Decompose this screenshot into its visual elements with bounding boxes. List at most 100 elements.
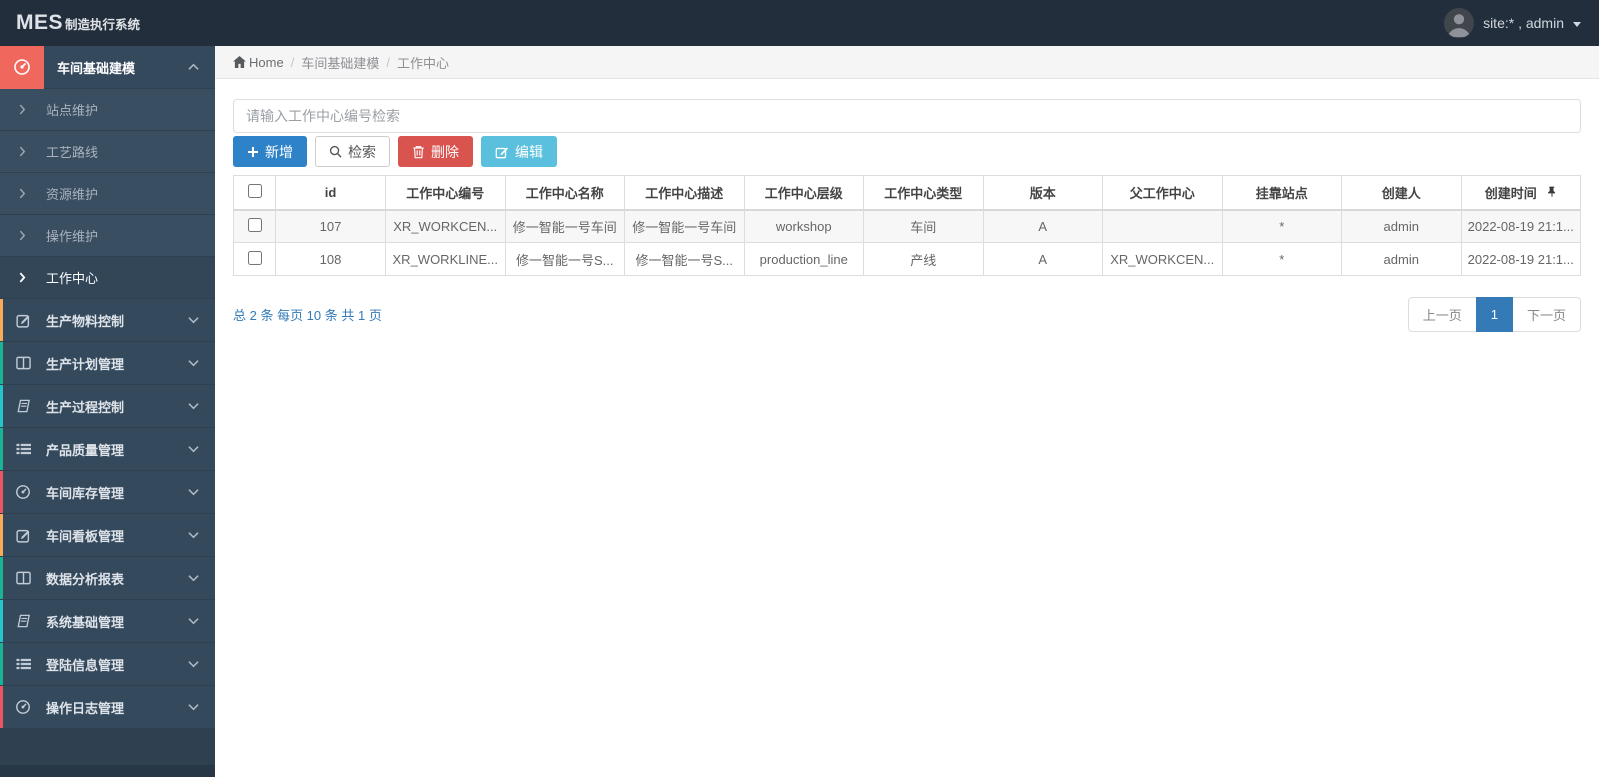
row-checkbox[interactable]	[247, 250, 262, 265]
col-header-level: 工作中心层级	[743, 175, 864, 211]
sidebar-item-operation-log-management[interactable]: 操作日志管理	[0, 686, 215, 729]
breadcrumb-item-current: 工作中心	[396, 55, 449, 71]
accent-strip	[0, 385, 3, 427]
breadcrumb-separator: /	[386, 54, 390, 70]
sidebar: 车间基础建模 站点维护 工艺路线 资源维护 操作维护 工作中心 生产物料控制 生…	[0, 45, 215, 777]
dashboard-icon	[0, 699, 46, 715]
chevron-down-icon	[188, 531, 199, 539]
cell-id: 108	[275, 242, 386, 276]
sidebar-item-login-info-management[interactable]: 登陆信息管理	[0, 643, 215, 686]
next-page-button[interactable]: 下一页	[1511, 297, 1581, 332]
breadcrumb-home[interactable]: Home	[233, 55, 284, 70]
dashboard-icon	[0, 484, 46, 500]
pin-icon[interactable]	[1547, 186, 1557, 198]
sidebar-item-label: 资源维护	[46, 187, 99, 202]
sidebar-item-work-center[interactable]: 工作中心	[0, 257, 215, 299]
sidebar-item-process-route[interactable]: 工艺路线	[0, 131, 215, 173]
search-button-label: 检索	[348, 143, 376, 160]
sidebar-item-label: 站点维护	[46, 103, 99, 118]
delete-button[interactable]: 删除	[398, 136, 473, 167]
col-header-code: 工作中心编号	[385, 175, 506, 211]
cell-parent: XR_WORKCEN...	[1102, 242, 1223, 276]
caret-down-icon	[1573, 21, 1581, 27]
cell-parent	[1102, 209, 1223, 243]
chevron-down-icon	[188, 703, 199, 711]
accent-strip	[0, 643, 3, 685]
select-all-checkbox[interactable]	[247, 183, 262, 198]
table-row[interactable]: 107 XR_WORKCEN... 修一智能一号车间 修一智能一号车间 work…	[233, 209, 1581, 243]
sidebar-item-label: 操作日志管理	[46, 700, 125, 716]
row-checkbox[interactable]	[247, 217, 262, 232]
sidebar-item-workshop-inventory-management[interactable]: 车间库存管理	[0, 471, 215, 514]
sidebar-item-production-process-control[interactable]: 生产过程控制	[0, 385, 215, 428]
cell-select	[233, 242, 276, 276]
accent-strip	[0, 600, 3, 642]
col-header-select	[233, 175, 276, 211]
topbar: MES 制造执行系统 site:* , admin	[0, 0, 1599, 46]
search-button[interactable]: 检索	[315, 136, 390, 167]
accent-strip	[0, 514, 3, 556]
sidebar-item-production-material-control[interactable]: 生产物料控制	[0, 299, 215, 342]
dashboard-icon	[0, 45, 44, 89]
cell-station: *	[1221, 242, 1342, 276]
sidebar-item-label: 车间看板管理	[46, 528, 125, 544]
edit-icon	[495, 146, 509, 158]
sidebar-item-product-quality-management[interactable]: 产品质量管理	[0, 428, 215, 471]
toolbar: 新增 检索 删除 编辑	[233, 136, 1581, 167]
table-row[interactable]: 108 XR_WORKLINE... 修一智能一号S... 修一智能一号S...…	[233, 242, 1581, 276]
pagination-summary: 总 2 条 每页 10 条 共 1 页	[233, 308, 382, 323]
col-header-name: 工作中心名称	[504, 175, 625, 211]
cell-created: 2022-08-19 21:1...	[1460, 242, 1581, 276]
sidebar-item-site-maintenance[interactable]: 站点维护	[0, 89, 215, 131]
cell-code: XR_WORKCEN...	[385, 209, 506, 243]
page-button-1[interactable]: 1	[1475, 297, 1513, 332]
chevron-down-icon	[188, 617, 199, 625]
cell-version: A	[982, 242, 1103, 276]
sidebar-item-production-plan-management[interactable]: 生产计划管理	[0, 342, 215, 385]
chevron-down-icon	[188, 402, 199, 410]
chevron-down-icon	[188, 316, 199, 324]
sidebar-item-resource-maintenance[interactable]: 资源维护	[0, 173, 215, 215]
list-icon	[0, 442, 46, 456]
sidebar-item-workshop-kanban-management[interactable]: 车间看板管理	[0, 514, 215, 557]
sidebar-item-data-analysis-reports[interactable]: 数据分析报表	[0, 557, 215, 600]
sidebar-item-label: 生产计划管理	[46, 356, 125, 372]
sidebar-item-workshop-basic-modeling[interactable]: 车间基础建模	[0, 45, 215, 89]
sidebar-item-label: 登陆信息管理	[46, 657, 125, 673]
accent-strip	[0, 299, 3, 341]
chevron-right-icon	[19, 230, 26, 241]
cell-version: A	[982, 209, 1103, 243]
cell-code: XR_WORKLINE...	[385, 242, 506, 276]
logo-text-mes: MES	[16, 11, 64, 34]
chevron-down-icon	[188, 359, 199, 367]
col-header-type: 工作中心类型	[863, 175, 984, 211]
cell-id: 107	[275, 209, 386, 243]
prev-page-button[interactable]: 上一页	[1407, 297, 1477, 332]
book-icon	[0, 614, 46, 628]
breadcrumb-item-section[interactable]: 车间基础建模	[301, 53, 379, 72]
chevron-right-icon	[19, 188, 26, 199]
list-icon	[0, 657, 46, 671]
sidebar-item-label: 车间基础建模	[57, 60, 136, 76]
edit-icon	[0, 528, 46, 543]
sidebar-item-label: 工艺路线	[46, 145, 99, 160]
sidebar-item-operation-maintenance[interactable]: 操作维护	[0, 215, 215, 257]
accent-strip	[0, 342, 3, 384]
add-button[interactable]: 新增	[233, 136, 307, 167]
edit-button[interactable]: 编辑	[481, 136, 557, 167]
col-header-id: id	[275, 175, 386, 211]
edit-button-label: 编辑	[515, 143, 543, 160]
columns-icon	[0, 571, 46, 585]
sidebar-item-system-basic-management[interactable]: 系统基础管理	[0, 600, 215, 643]
plus-icon	[248, 146, 258, 157]
accent-strip	[0, 428, 3, 470]
col-header-station: 挂靠站点	[1221, 175, 1342, 211]
chevron-up-icon	[188, 63, 199, 71]
sidebar-item-label: 系统基础管理	[46, 614, 125, 630]
sidebar-item-label: 产品质量管理	[46, 442, 125, 458]
cell-name: 修一智能一号S...	[504, 242, 625, 276]
user-menu[interactable]: site:* , admin	[1444, 8, 1599, 38]
chevron-down-icon	[188, 574, 199, 582]
search-input[interactable]	[233, 99, 1581, 133]
sidebar-item-label: 生产过程控制	[46, 399, 125, 415]
